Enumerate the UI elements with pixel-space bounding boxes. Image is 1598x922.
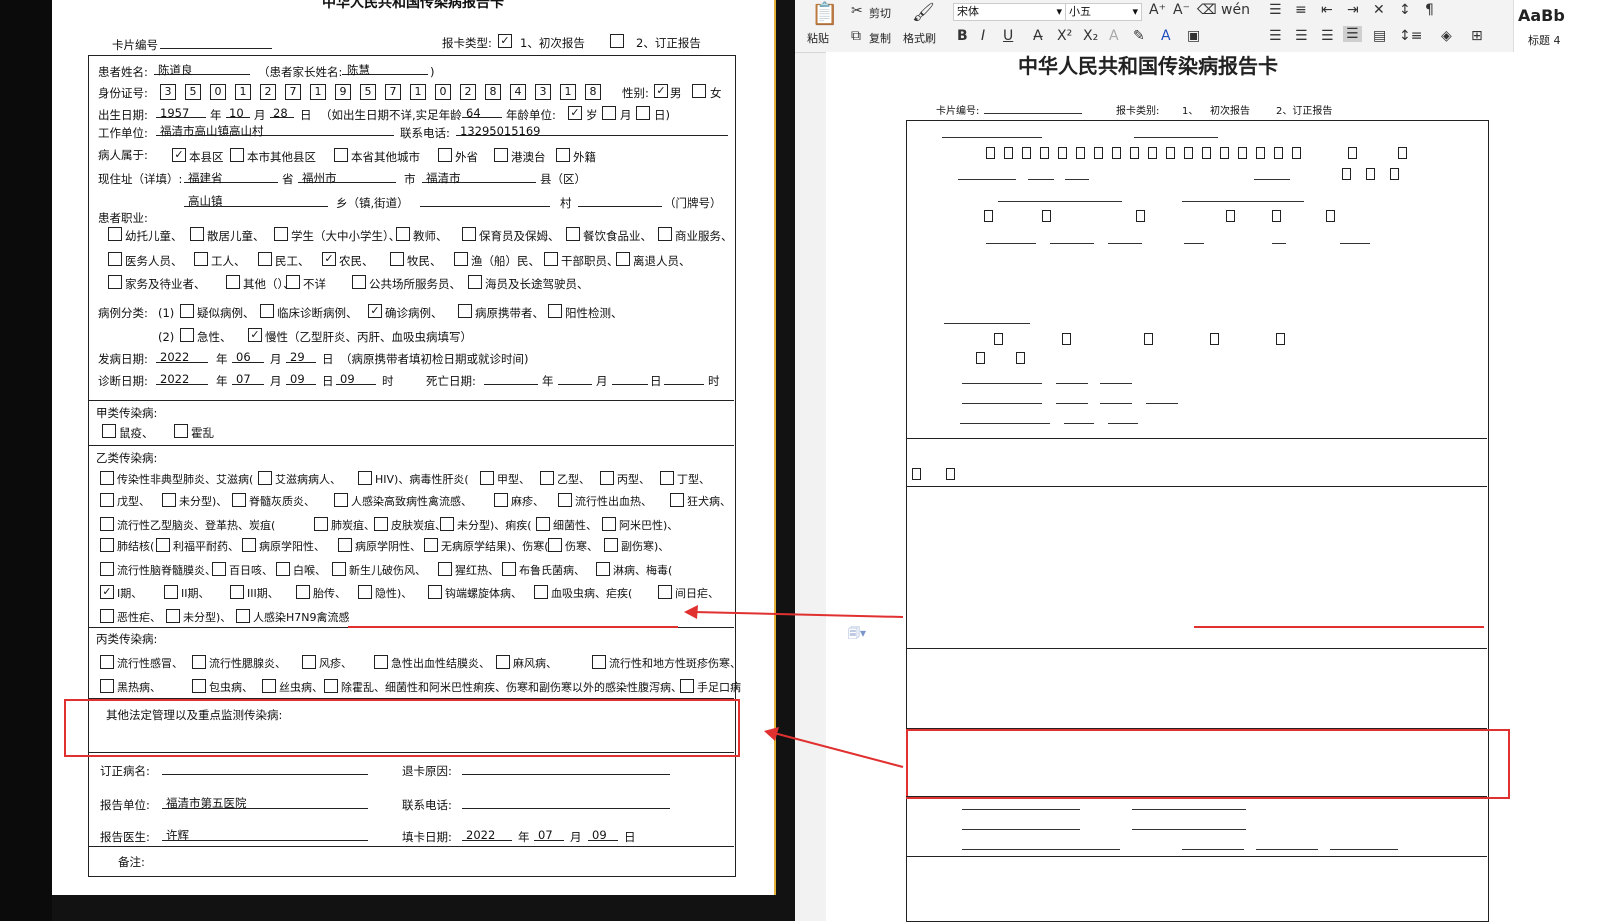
arrow-head-upper: [684, 605, 698, 619]
annotation-arrows: [684, 605, 904, 768]
arrow-line-upper: [693, 611, 904, 618]
arrow-head-lower: [764, 727, 779, 741]
arrow-line-lower: [773, 732, 904, 768]
